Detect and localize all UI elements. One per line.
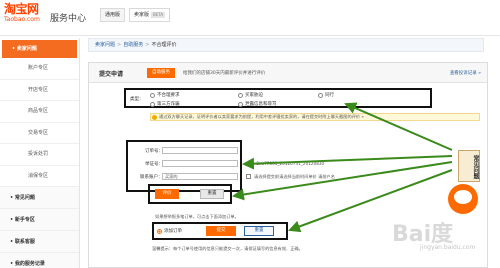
tab-general[interactable]: 通用版 bbox=[100, 8, 126, 22]
view-history-link[interactable]: 查看投诉记录 » bbox=[450, 70, 481, 76]
evidence-example: 例：2xa77831_20120731_20120830 bbox=[248, 161, 325, 166]
self-service-tab-button[interactable]: 自助服务 bbox=[147, 68, 175, 78]
tab-seller-label: 卖家版 bbox=[134, 12, 150, 18]
radio-icon[interactable] bbox=[150, 101, 155, 107]
breadcrumb-current: 不合理评价 bbox=[151, 42, 177, 48]
panel-hint: 给我们的店铺30天内最新评价并进行评价 bbox=[183, 71, 266, 76]
type-option-third-party-fraud[interactable]: 第三方诈骗 bbox=[150, 101, 180, 107]
type-option-label: 不合理要求 bbox=[157, 93, 180, 98]
order-number-input[interactable] bbox=[162, 147, 238, 154]
type-option-label: 同行 bbox=[325, 93, 334, 98]
faq-scroll-sign: 常见问题 bbox=[458, 150, 480, 182]
evidence-number-label: 举证号： bbox=[145, 162, 163, 167]
add-order-submit-button[interactable]: 提交 bbox=[206, 226, 236, 236]
logo-sub-text: Taobao.com bbox=[4, 16, 40, 23]
service-center-title: 服务中心 bbox=[50, 14, 87, 24]
type-option-peer[interactable]: 同行 bbox=[318, 92, 334, 98]
checkbox-hint: 请选择提交前请选择当前时间单价 请前户名 bbox=[254, 174, 335, 179]
bottom-tip: 温馨提示：每个订单号使用的信息只能提交一次，请保证填写的信息有效、正确。 bbox=[152, 246, 303, 251]
tab-seller[interactable]: 卖家版 BETA bbox=[129, 8, 171, 22]
type-option-label: 买家胁迫 bbox=[245, 93, 263, 98]
radio-icon[interactable] bbox=[150, 92, 155, 98]
radio-icon[interactable] bbox=[238, 92, 243, 98]
type-option-coercion[interactable]: 买家胁迫 bbox=[238, 92, 263, 98]
sidebar-item-complaints[interactable]: 投诉处罚 bbox=[0, 144, 79, 166]
breadcrumb-item-self-service[interactable]: 自助服务 bbox=[123, 42, 143, 48]
sidebar-seller-questions[interactable]: • 卖家问题 bbox=[2, 40, 77, 58]
sidebar-item-trading[interactable]: 交易专区 bbox=[0, 123, 79, 144]
sidebar-section-faq[interactable]: • 常见问题 bbox=[0, 187, 79, 209]
submit-button[interactable]: 评价 bbox=[155, 189, 179, 199]
sidebar-item-account[interactable]: 账户专区 bbox=[0, 58, 79, 80]
sidebar-section-newbie[interactable]: • 新手专区 bbox=[0, 209, 79, 231]
multi-order-help: 如果想举报多笔订单，可点击下面添加订单。 bbox=[155, 214, 239, 219]
add-order-option[interactable]: 添加订单 bbox=[157, 228, 182, 234]
header: 淘宝网 Taobao.com 服务中心 通用版 卖家版 BETA bbox=[0, 0, 500, 36]
add-order-reset-button[interactable]: 重置 bbox=[244, 226, 274, 236]
breadcrumb: 卖家问题 > 自助服务 > 不合理评价 bbox=[88, 38, 484, 52]
type-option-label: 第三方诈骗 bbox=[157, 102, 180, 107]
type-option-unreasonable[interactable]: 不合理要求 bbox=[150, 92, 180, 98]
baidu-watermark-url: jingyan.baidu.com bbox=[420, 244, 476, 251]
mascot-face-icon bbox=[454, 190, 472, 204]
type-label: 类型： bbox=[130, 97, 144, 102]
breadcrumb-item-seller[interactable]: 卖家问题 bbox=[95, 42, 115, 48]
sidebar-section-my-records[interactable]: • 我的服务记录 bbox=[0, 253, 79, 268]
confirm-checkbox[interactable] bbox=[246, 174, 251, 179]
notice-bar: 通过双方聊天记录，证明评价者以卖家要求为前提，利用中差评骚扰卖家的，请在提交时附… bbox=[150, 113, 480, 121]
header-tabs: 通用版 卖家版 BETA bbox=[100, 8, 171, 22]
taobao-logo[interactable]: 淘宝网 Taobao.com bbox=[4, 2, 46, 30]
order-number-label: 订单号： bbox=[145, 149, 163, 154]
sidebar-item-open-shop[interactable]: 开店专区 bbox=[0, 80, 79, 101]
sidebar: • 卖家问题 账户专区 开店专区 商品专区 交易专区 投诉处罚 消保专区 • 常… bbox=[0, 38, 80, 268]
type-option-label: 泄露信息和辱骂 bbox=[245, 102, 277, 107]
panel-header: 提交申请 自助服务 给我们的店铺30天内最新评价并进行评价 查看投诉记录 » bbox=[89, 63, 487, 83]
evidence-number-input[interactable] bbox=[162, 160, 238, 167]
sidebar-item-products[interactable]: 商品专区 bbox=[0, 101, 79, 123]
sidebar-section-contact[interactable]: • 联系客服 bbox=[0, 231, 79, 253]
contact-account-input[interactable] bbox=[162, 173, 238, 180]
warning-icon bbox=[152, 114, 157, 120]
radio-icon[interactable] bbox=[318, 92, 323, 98]
tab-general-label: 通用版 bbox=[105, 12, 121, 18]
reset-button[interactable]: 重置 bbox=[200, 189, 224, 199]
contact-account-label: 联系账户： bbox=[140, 175, 163, 180]
logo-main-text: 淘宝网 bbox=[4, 2, 39, 16]
radio-icon[interactable] bbox=[238, 101, 243, 107]
radio-icon[interactable] bbox=[157, 228, 162, 234]
type-option-info-leak[interactable]: 泄露信息和辱骂 bbox=[238, 101, 277, 107]
add-order-label: 添加订单 bbox=[164, 229, 182, 234]
sidebar-item-consumer-protection[interactable]: 消保专区 bbox=[0, 166, 79, 187]
panel-title: 提交申请 bbox=[99, 71, 124, 78]
beta-badge: BETA bbox=[151, 12, 166, 18]
